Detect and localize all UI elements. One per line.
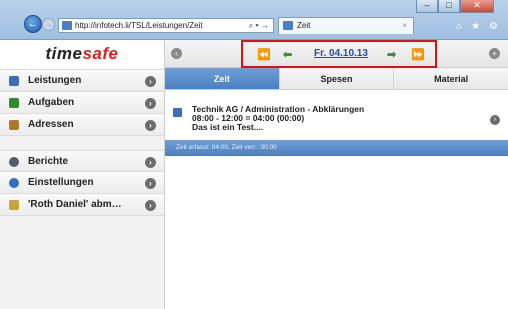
maximize-button[interactable]: □ (438, 0, 460, 13)
chevron-right-icon: › (145, 178, 156, 189)
tab-zeit[interactable]: Zeit (165, 68, 280, 89)
forward-button[interactable]: → (42, 18, 55, 31)
gear-icon[interactable]: ⚙ (489, 21, 498, 32)
sidebar-item-einstellungen[interactable]: Einstellungen › (0, 172, 164, 194)
chevron-right-icon: › (145, 120, 156, 131)
chevron-right-icon[interactable]: › (490, 115, 500, 125)
contacts-icon (9, 120, 19, 130)
sidebar-item-adressen[interactable]: Adressen › (0, 114, 164, 136)
add-entry-button[interactable]: + (489, 48, 500, 59)
sidebar-item-label: Leistungen (28, 75, 82, 86)
sidebar-item-label: Einstellungen (28, 177, 94, 188)
next-day-icon[interactable]: ➡ (387, 50, 396, 61)
entry-note: Das ist ein Test.... (192, 122, 264, 132)
address-text: http://infotech.li/TSL/Leistungen/Zeit (75, 21, 203, 30)
app-logo: timesafe (0, 40, 164, 70)
current-date-link[interactable]: Fr. 04.10.13 (314, 48, 368, 59)
close-window-button[interactable]: ✕ (460, 0, 494, 13)
tab-material[interactable]: Material (394, 68, 508, 89)
address-bar[interactable]: http://infotech.li/TSL/Leistungen/Zeit ⌕… (58, 18, 274, 33)
site-favicon-icon (62, 21, 72, 30)
home-icon[interactable]: ⌂ (456, 21, 462, 32)
clock-icon (9, 76, 19, 86)
chevron-right-icon: › (145, 157, 156, 168)
sidebar-item-leistungen[interactable]: Leistungen › (0, 70, 164, 92)
sidebar-item-label: Adressen (28, 119, 74, 130)
previous-week-icon[interactable]: ⏪ (257, 50, 271, 61)
chevron-right-icon: › (145, 200, 156, 211)
browser-toolbar-icons: ⌂ ★ ⚙ (456, 21, 498, 32)
sidebar-item-label: 'Roth Daniel' abm… (28, 199, 122, 210)
browser-chrome: – □ ✕ ← → http://infotech.li/TSL/Leistun… (0, 0, 508, 40)
tab-title: Zeit (297, 21, 311, 30)
sidebar-item-aufgaben[interactable]: Aufgaben › (0, 92, 164, 114)
tab-close-icon[interactable]: × (402, 18, 407, 33)
user-icon (9, 200, 19, 210)
sidebar-item-logout[interactable]: 'Roth Daniel' abm… › (0, 194, 164, 216)
reports-icon (9, 157, 19, 167)
time-summary-bar: Zeit erfasst: 04:00, Zeit verr.: 00:00 (165, 140, 508, 156)
list-item[interactable]: Technik AG / Administration - Abklärunge… (165, 100, 508, 140)
chevron-right-icon: › (145, 76, 156, 87)
address-tools-icon[interactable]: ⌕ ▾ → (249, 19, 269, 32)
date-toolbar: ‹ ⏪ ⬅ Fr. 04.10.13 ➡ ⏩ + (165, 40, 508, 68)
sidebar: timesafe Leistungen › Aufgaben › Adresse… (0, 40, 165, 309)
tab-favicon-icon (283, 21, 293, 30)
entry-text: Technik AG / Administration - Abklärunge… (192, 105, 364, 132)
main-content: ‹ ⏪ ⬅ Fr. 04.10.13 ➡ ⏩ + Zeit Spesen Mat… (165, 40, 508, 309)
tasks-icon (9, 98, 19, 108)
back-button[interactable]: ← (24, 15, 42, 33)
sidebar-item-label: Aufgaben (28, 97, 75, 108)
date-navigation-highlight: ⏪ ⬅ Fr. 04.10.13 ➡ ⏩ (241, 40, 437, 68)
star-icon[interactable]: ★ (471, 21, 480, 32)
window-controls: – □ ✕ (416, 0, 494, 13)
settings-icon (9, 178, 19, 188)
next-week-icon[interactable]: ⏩ (411, 50, 425, 61)
sidebar-item-berichte[interactable]: Berichte › (0, 150, 164, 172)
chevron-right-icon: › (145, 98, 156, 109)
browser-tab-zeit[interactable]: Zeit × (278, 17, 414, 34)
sidebar-item-label: Berichte (28, 156, 69, 167)
category-tabs: Zeit Spesen Material (165, 68, 508, 90)
tab-spesen[interactable]: Spesen (279, 68, 395, 89)
minimize-button[interactable]: – (416, 0, 438, 13)
previous-day-icon[interactable]: ⬅ (283, 50, 292, 61)
clock-icon (173, 108, 182, 117)
collapse-sidebar-button[interactable]: ‹ (171, 48, 182, 59)
